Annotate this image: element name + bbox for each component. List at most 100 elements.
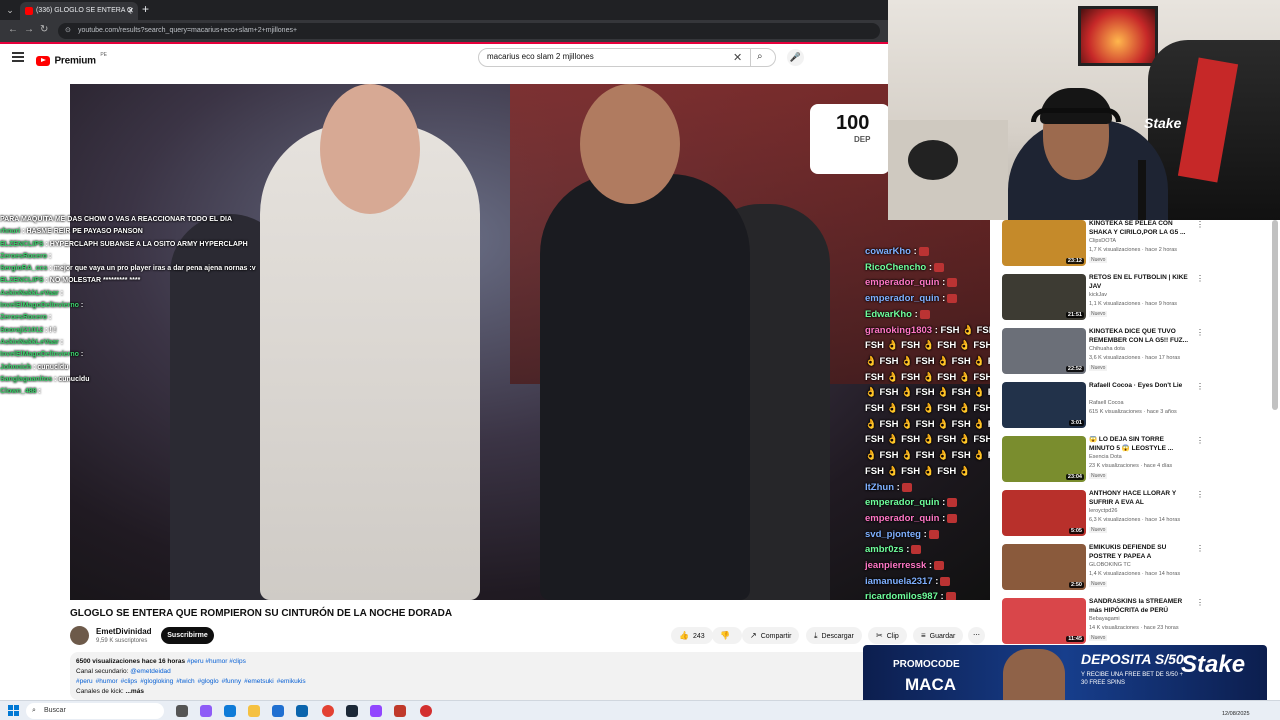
chat-username: ELZENCLIPS (0, 277, 44, 285)
top-hashtags[interactable]: #peru #humor #clips (187, 658, 246, 665)
shelf-object (908, 140, 958, 180)
task-view-icon[interactable] (176, 705, 188, 717)
recommended-video[interactable]: 23:04 😱 LO DEJA SIN TORRE MINUTO 5 😱 LEOS… (1000, 434, 1205, 484)
more-options-icon[interactable]: ⋮ (1196, 490, 1204, 499)
dislike-button[interactable]: 👎 (712, 627, 742, 644)
video-thumbnail[interactable]: 5:05 (1002, 490, 1086, 536)
recommended-title[interactable]: RETOS EN EL FUTBOLIN | KIKE JAV (1089, 274, 1189, 291)
site-info-icon[interactable]: ⊙ (65, 23, 71, 39)
save-button[interactable]: ≡ Guardar (913, 627, 964, 644)
recommended-video[interactable]: 5:05 ANTHONY HACE LLORAR Y SUFRIR A EVA A… (1000, 488, 1205, 538)
more-options-icon[interactable]: ⋮ (1196, 328, 1204, 337)
hashtag-link[interactable]: #twich (176, 678, 194, 685)
search-icon[interactable]: ⌕ (757, 51, 763, 62)
tab-search-icon[interactable]: ⌄ (4, 4, 16, 16)
forward-icon[interactable]: → (24, 24, 34, 35)
recommended-title[interactable]: 😱 LO DEJA SIN TORRE MINUTO 5 😱 LEOSTYLE … (1089, 436, 1189, 453)
more-options-icon[interactable]: ⋮ (1196, 598, 1204, 607)
channel-name[interactable]: EmetDivinidad (96, 627, 152, 636)
recommended-channel[interactable]: GLOBOKING TC (1089, 562, 1131, 568)
video-thumbnail[interactable]: 3:01 (1002, 382, 1086, 428)
chat-text: : (906, 544, 910, 556)
recommended-video[interactable]: 2:50 EMIKUKIS DEFIENDE SU POSTRE Y PAPEA … (1000, 542, 1205, 592)
video-thumbnail[interactable]: 22:52 (1002, 328, 1086, 374)
chat-message: RicoChencho : (865, 260, 990, 276)
hashtag-link[interactable]: #humor (96, 678, 118, 685)
youtube-premium-logo[interactable]: Premium PE (36, 52, 107, 70)
more-options-icon[interactable]: ⋮ (1196, 436, 1204, 445)
clip-button[interactable]: ✂ Clip (868, 627, 907, 644)
recommended-title[interactable]: EMIKUKIS DEFIENDE SU POSTRE Y PAPEA A LO… (1089, 544, 1189, 561)
video-thumbnail[interactable]: 23:12 (1002, 220, 1086, 266)
microphone-icon[interactable]: 🎤 (787, 49, 804, 66)
copilot-icon[interactable] (200, 705, 212, 717)
video-thumbnail[interactable]: 21:51 (1002, 274, 1086, 320)
download-button[interactable]: ⤓ Descargar (806, 627, 862, 644)
recommended-channel[interactable]: kickJav (1089, 292, 1107, 298)
more-actions-icon[interactable]: ⋯ (968, 627, 985, 644)
taskbar-search-placeholder: Buscar (44, 707, 66, 714)
edge-icon[interactable] (224, 705, 236, 717)
share-button[interactable]: ↗ Compartir (742, 627, 800, 644)
hashtag-link[interactable]: #emikukis (277, 678, 306, 685)
store-icon[interactable] (272, 705, 284, 717)
browser-tab[interactable]: (336) GLOGLO SE ENTERA Q ✕ (20, 2, 138, 20)
show-more-link[interactable]: ...más (126, 688, 144, 695)
hashtag-link[interactable]: #gloglo (198, 678, 219, 685)
more-options-icon[interactable]: ⋮ (1196, 382, 1204, 391)
recommended-title[interactable]: KINGTEKA DICE QUE TUVO REMEMBER CON LA G… (1089, 328, 1189, 345)
recommended-title[interactable]: ANTHONY HACE LLORAR Y SUFRIR A EVA AL TO… (1089, 490, 1189, 507)
chrome-icon[interactable] (322, 705, 334, 717)
obs-icon[interactable] (420, 705, 432, 717)
recommended-video[interactable]: 11:45 SANDRASKINS la STREAMER más HIPÓCRI… (1000, 596, 1205, 646)
more-options-icon[interactable]: ⋮ (1196, 544, 1204, 553)
recommended-title[interactable]: KINGTEKA SE PELEA CON SHAKA Y CIRILO,POR… (1089, 220, 1189, 237)
more-options-icon[interactable]: ⋮ (1196, 220, 1204, 229)
video-thumbnail[interactable]: 23:04 (1002, 436, 1086, 482)
hamburger-menu-icon[interactable] (12, 52, 24, 62)
file-explorer-icon[interactable] (248, 705, 260, 717)
search-input[interactable] (487, 52, 727, 61)
channel-avatar[interactable] (70, 626, 89, 645)
recommended-title[interactable]: SANDRASKINS la STREAMER más HIPÓCRITA de… (1089, 598, 1189, 615)
recommended-channel[interactable]: Chihuaha dota (1089, 346, 1125, 352)
recommended-channel[interactable]: Esencia Dota (1089, 454, 1122, 460)
video-description[interactable]: 6500 visualizaciones hace 16 horas #peru… (70, 652, 870, 700)
recommended-video[interactable]: 21:51 RETOS EN EL FUTBOLIN | KIKE JAV kick… (1000, 272, 1205, 322)
twitch-icon[interactable] (370, 705, 382, 717)
hashtag-link[interactable]: #funny (222, 678, 242, 685)
hashtag-link[interactable]: #glogloking (140, 678, 173, 685)
app-icon[interactable] (394, 705, 406, 717)
chat-username: ELZENCLIPS (0, 240, 44, 248)
hashtag-link[interactable]: #clips (121, 678, 138, 685)
page-scrollbar[interactable] (1272, 220, 1278, 410)
hashtag-link[interactable]: #peru (76, 678, 93, 685)
recommended-channel[interactable]: ClipsDOTA (1089, 238, 1116, 244)
more-options-icon[interactable]: ⋮ (1196, 274, 1204, 283)
url-field[interactable]: ⊙ youtube.com/results?search_query=macar… (58, 23, 880, 39)
subscribe-button[interactable]: Suscribirme (161, 627, 214, 644)
tab-close-icon[interactable]: ✕ (127, 2, 134, 20)
back-icon[interactable]: ← (8, 24, 18, 35)
recommended-channel[interactable]: leroyctpd26 (1089, 508, 1117, 514)
like-button[interactable]: 👍 243 (671, 627, 713, 644)
chat-message: 👌 FSH 👌 FSH 👌 FSH 👌 FSH 👌 (865, 354, 990, 370)
reload-icon[interactable]: ↻ (40, 24, 48, 35)
secondary-channel-link[interactable]: @emetdeidad (130, 668, 171, 675)
windows-start-icon[interactable] (8, 705, 20, 717)
steam-icon[interactable] (346, 705, 358, 717)
secondary-channel-label: Canal secundario: (76, 668, 129, 675)
recommended-channel[interactable]: Bebayagami (1089, 616, 1120, 622)
video-thumbnail[interactable]: 11:45 (1002, 598, 1086, 644)
outlook-icon[interactable] (296, 705, 308, 717)
recommended-channel[interactable]: Rafaell Cocoa (1089, 400, 1124, 406)
clear-search-icon[interactable]: ✕ (733, 51, 742, 64)
hashtag-link[interactable]: #emetsuki (244, 678, 274, 685)
recommended-video[interactable]: 22:52 KINGTEKA DICE QUE TUVO REMEMBER CON… (1000, 326, 1205, 376)
recommended-video[interactable]: 23:12 KINGTEKA SE PELEA CON SHAKA Y CIRIL… (1000, 218, 1205, 268)
recommended-title[interactable]: Rafaell Cocoa · Eyes Don't Lie (1089, 382, 1189, 391)
recommended-video[interactable]: 3:01 Rafaell Cocoa · Eyes Don't Lie Rafael… (1000, 380, 1205, 430)
new-tab-icon[interactable]: + (142, 2, 149, 16)
video-thumbnail[interactable]: 2:50 (1002, 544, 1086, 590)
taskbar-search[interactable]: ⌕ Buscar (26, 703, 164, 719)
